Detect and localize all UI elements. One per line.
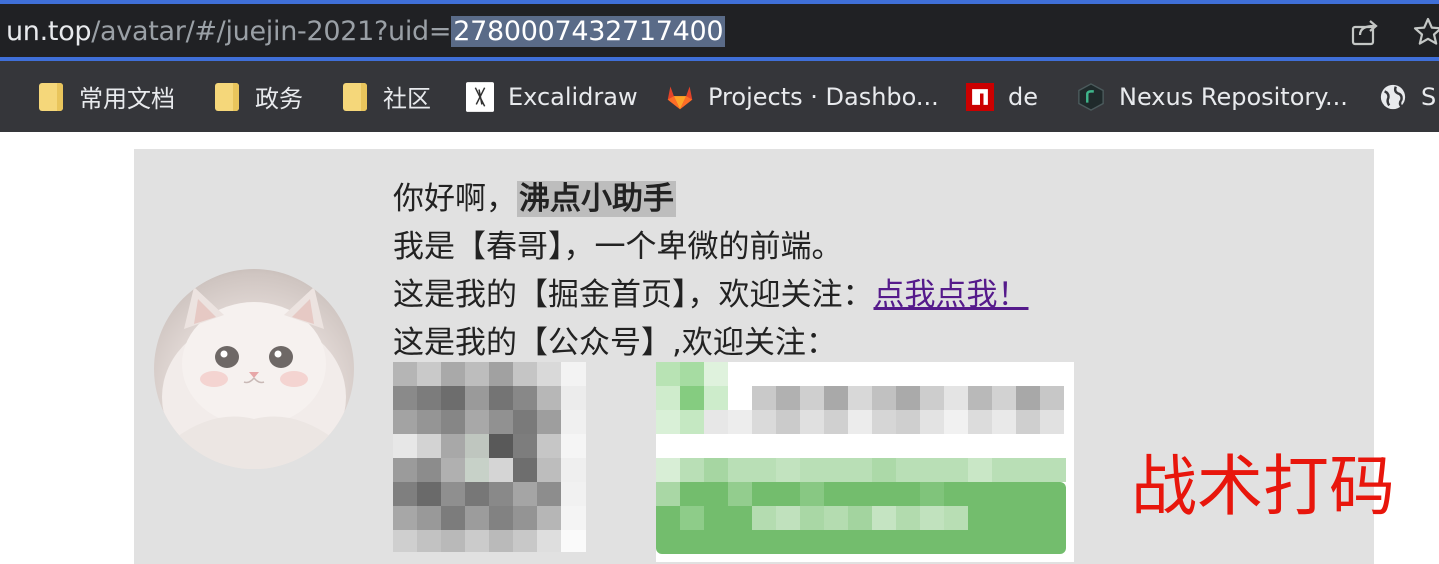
greeting-name: 沸点小助手 [517, 181, 676, 217]
share-icon[interactable] [1350, 17, 1380, 47]
bookmark-nexus-repository[interactable]: Nexus Repository... [1077, 61, 1348, 132]
bookmark-label: 社区 [383, 85, 431, 113]
excalidraw-icon [466, 81, 494, 112]
bookmark-常用文档[interactable]: 常用文档 [37, 61, 175, 132]
juejin-line: 这是我的【掘金首页】，欢迎关注：点我点我！ [393, 271, 1029, 319]
npm-icon [966, 82, 994, 112]
url-selected-text: 2780007432717400 [451, 15, 726, 47]
cat-photo [154, 287, 354, 469]
greeting-line: 你好啊，沸点小助手 [393, 175, 1029, 223]
juejin-link[interactable]: 点我点我！ [874, 277, 1029, 313]
redacted-qr-code-image [393, 362, 586, 552]
intro-text: 你好啊，沸点小助手 我是【春哥】，一个卑微的前端。 这是我的【掘金首页】，欢迎关… [393, 175, 1029, 367]
bookmark-label: 政务 [255, 85, 303, 113]
bookmark-label: de [1008, 82, 1038, 111]
bookmark-label: 常用文档 [79, 85, 175, 113]
bookmarks-bar: 常用文档 政务 社区 Excalidraw Projects · Dashbo.… [0, 61, 1439, 132]
bookmark-社区[interactable]: 社区 [341, 61, 431, 132]
redacted-wechat-card-image [656, 362, 1074, 562]
wechat-line: 这是我的【公众号】,欢迎关注： [393, 325, 837, 361]
greeting-prefix: 你好啊， [393, 181, 517, 217]
bookmark-gitlab-projects[interactable]: Projects · Dashbo... [666, 61, 939, 132]
folder-icon [213, 82, 241, 112]
bookmark-label: Nexus Repository... [1119, 82, 1348, 111]
url-path: /avatar/#/juejin-2021?uid= [91, 15, 452, 47]
bookmark-label: Excalidraw [508, 82, 638, 111]
bookmark-政务[interactable]: 政务 [213, 61, 303, 132]
address-bar[interactable]: un.top/avatar/#/juejin-2021?uid= 27800074… [0, 4, 1439, 57]
bookmark-de[interactable]: de [966, 61, 1038, 132]
bookmark-label: Projects · Dashbo... [708, 82, 939, 111]
bookmarks-overflow-chevron-icon[interactable] [0, 92, 6, 102]
folder-icon [341, 82, 369, 112]
url-host: un.top [6, 15, 92, 47]
url-text[interactable]: un.top/avatar/#/juejin-2021?uid= 27800074… [6, 14, 726, 48]
redaction-note: 战术打码 [1131, 448, 1395, 525]
folder-icon [37, 82, 65, 112]
bookmark-excalidraw[interactable]: Excalidraw [466, 61, 638, 132]
star-icon[interactable] [1412, 16, 1439, 48]
bookmark-s[interactable]: S [1379, 61, 1436, 132]
globe-icon [1379, 82, 1407, 112]
gitlab-icon [666, 82, 694, 112]
avatar [154, 269, 354, 469]
juejin-prefix: 这是我的【掘金首页】，欢迎关注： [393, 277, 874, 313]
nexus-icon [1077, 82, 1105, 112]
bookmark-label: S [1421, 82, 1437, 111]
intro-line: 我是【春哥】，一个卑微的前端。 [393, 229, 843, 265]
profile-card: 你好啊，沸点小助手 我是【春哥】，一个卑微的前端。 这是我的【掘金首页】，欢迎关… [134, 149, 1395, 564]
